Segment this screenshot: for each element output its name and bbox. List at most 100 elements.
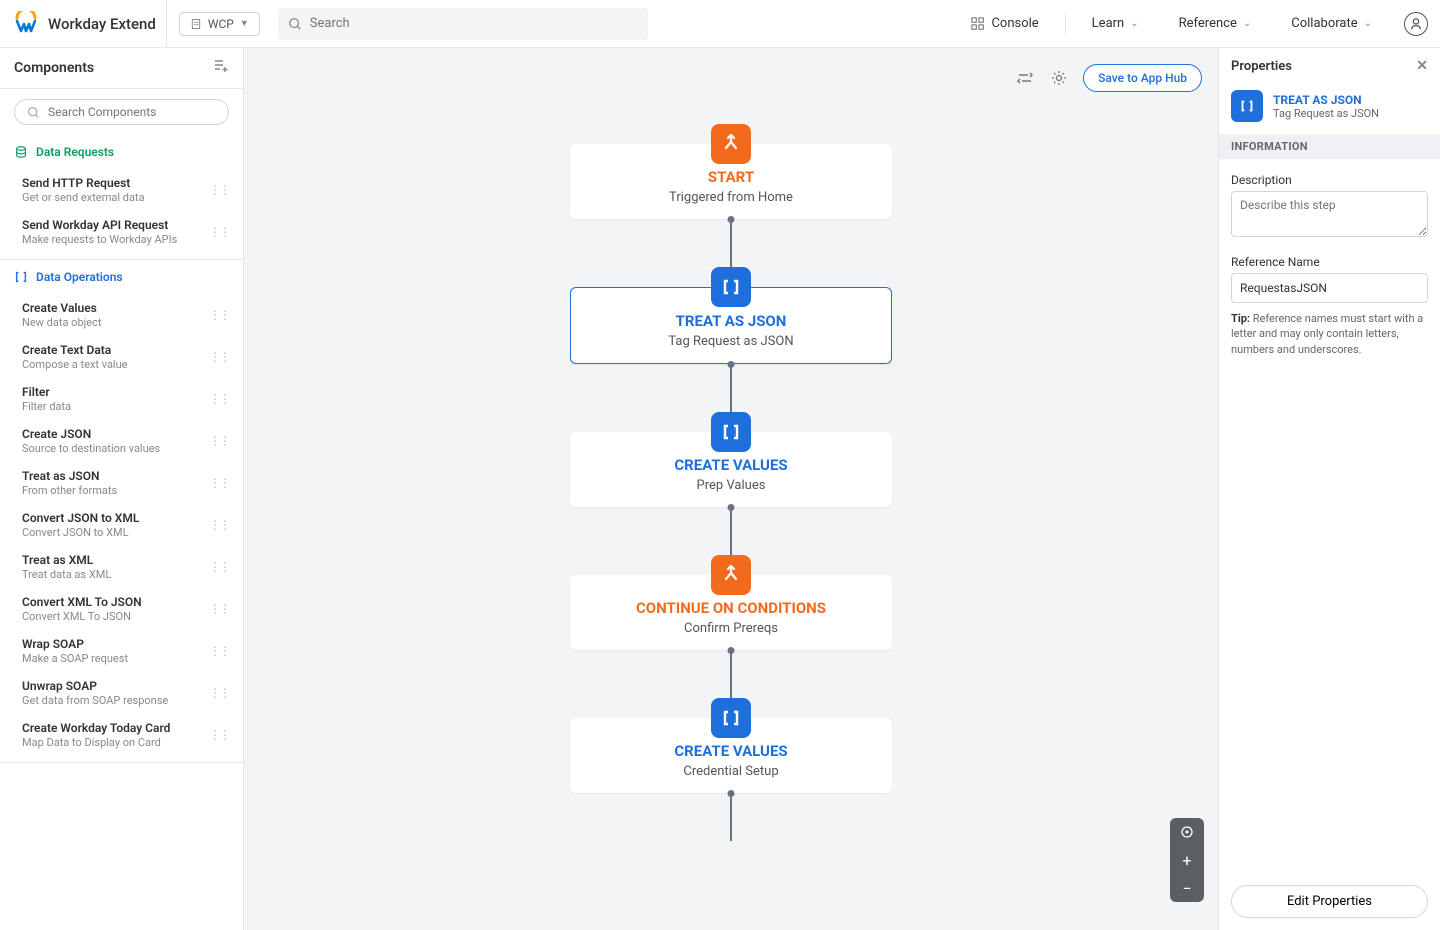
component-subtitle: Get data from SOAP response [22, 694, 168, 707]
canvas-toolbar: Save to App Hub [1015, 64, 1202, 92]
component-item[interactable]: Unwrap SOAPGet data from SOAP response⋮⋮ [0, 672, 243, 714]
component-item[interactable]: Convert JSON to XMLConvert JSON to XML ⋮⋮ [0, 504, 243, 546]
component-subtitle: Treat data as XML [22, 568, 111, 581]
component-title: Convert XML To JSON [22, 595, 142, 609]
chevron-down-icon: ⌄ [1243, 18, 1251, 29]
drag-handle-icon[interactable]: ⋮⋮ [209, 686, 229, 700]
tenant-selector[interactable]: WCP ▼ [179, 12, 260, 36]
component-subtitle: Make a SOAP request [22, 652, 128, 665]
drag-handle-icon[interactable]: ⋮⋮ [209, 518, 229, 532]
component-item[interactable]: Wrap SOAPMake a SOAP request⋮⋮ [0, 630, 243, 672]
component-subtitle: Source to destination values [22, 442, 160, 455]
flow-node[interactable]: STARTTriggered from Home [570, 124, 892, 219]
component-item[interactable]: Send HTTP RequestGet or send external da… [0, 169, 243, 211]
zoom-controls: + − [1170, 818, 1204, 902]
chevron-down-icon: ▼ [240, 18, 249, 29]
nav-reference[interactable]: Reference⌄ [1165, 0, 1266, 48]
building-icon [190, 18, 202, 30]
flow-node[interactable]: CREATE VALUESCredential Setup [570, 698, 892, 793]
nav-console[interactable]: Console [957, 0, 1052, 48]
node-subtitle: Confirm Prereqs [586, 621, 876, 636]
component-item[interactable]: Convert XML To JSONConvert XML To JSON ⋮⋮ [0, 588, 243, 630]
component-item[interactable]: Treat as JSONFrom other formats⋮⋮ [0, 462, 243, 504]
zoom-in-button[interactable]: + [1170, 846, 1204, 874]
drag-handle-icon[interactable]: ⋮⋮ [209, 308, 229, 322]
properties-title: Properties [1231, 59, 1292, 74]
top-bar: Workday Extend WCP ▼ Console Learn⌄ Refe… [0, 0, 1440, 48]
nav-learn[interactable]: Learn⌄ [1078, 0, 1153, 48]
component-title: Create Values [22, 301, 101, 315]
drag-handle-icon[interactable]: ⋮⋮ [209, 602, 229, 616]
brackets-icon [711, 412, 751, 452]
tenant-label: WCP [208, 17, 234, 31]
node-title: START [586, 168, 876, 186]
brackets-icon [711, 698, 751, 738]
drag-handle-icon[interactable]: ⋮⋮ [209, 392, 229, 406]
component-title: Create JSON [22, 427, 160, 441]
component-title: Send HTTP Request [22, 176, 145, 190]
drag-handle-icon[interactable]: ⋮⋮ [209, 350, 229, 364]
global-search[interactable] [278, 8, 648, 40]
orchestration-canvas[interactable]: Save to App Hub STARTTriggered from Home… [244, 48, 1218, 930]
nav-collaborate[interactable]: Collaborate⌄ [1277, 0, 1386, 48]
sidebar-title: Components [14, 60, 94, 76]
close-icon[interactable]: ✕ [1416, 58, 1428, 74]
drag-handle-icon[interactable]: ⋮⋮ [209, 560, 229, 574]
properties-panel: Properties ✕ TREAT AS JSON Tag Request a… [1218, 48, 1440, 930]
component-title: Treat as XML [22, 553, 111, 567]
component-subtitle: Map Data to Display on Card [22, 736, 170, 749]
drag-handle-icon[interactable]: ⋮⋮ [209, 225, 229, 239]
description-input[interactable] [1231, 191, 1428, 237]
component-item[interactable]: Create Text DataCompose a text value⋮⋮ [0, 336, 243, 378]
settings-icon[interactable] [1049, 68, 1069, 88]
flow-node[interactable]: CONTINUE ON CONDITIONSConfirm Prereqs [570, 555, 892, 650]
zoom-out-button[interactable]: − [1170, 874, 1204, 902]
search-input[interactable] [310, 16, 638, 31]
toggle-panels-icon[interactable] [1015, 68, 1035, 88]
properties-node-identity: TREAT AS JSON Tag Request as JSON [1219, 84, 1440, 134]
add-component-icon[interactable] [213, 58, 229, 78]
save-to-app-hub-button[interactable]: Save to App Hub [1083, 64, 1202, 92]
component-search[interactable] [14, 99, 229, 125]
node-title: CREATE VALUES [586, 456, 876, 474]
drag-handle-icon[interactable]: ⋮⋮ [209, 476, 229, 490]
component-subtitle: New data object [22, 316, 101, 329]
component-item[interactable]: Create ValuesNew data object ⋮⋮ [0, 294, 243, 336]
drag-handle-icon[interactable]: ⋮⋮ [209, 434, 229, 448]
drag-handle-icon[interactable]: ⋮⋮ [209, 728, 229, 742]
drag-handle-icon[interactable]: ⋮⋮ [209, 183, 229, 197]
component-subtitle: Convert XML To JSON [22, 610, 142, 623]
user-avatar[interactable] [1404, 12, 1428, 36]
workday-logo-icon [12, 10, 40, 38]
component-item[interactable]: Treat as XMLTreat data as XML ⋮⋮ [0, 546, 243, 588]
component-title: Convert JSON to XML [22, 511, 139, 525]
edit-properties-button[interactable]: Edit Properties [1231, 885, 1428, 918]
component-search-input[interactable] [48, 105, 216, 119]
brackets-icon [711, 267, 751, 307]
branch-icon [711, 124, 751, 164]
properties-header: Properties ✕ [1219, 48, 1440, 84]
connector [730, 793, 732, 841]
component-subtitle: Filter data [22, 400, 71, 413]
category-name: Data Operations [36, 270, 123, 284]
component-item[interactable]: Send Workday API RequestMake requests to… [0, 211, 243, 253]
zoom-fit-button[interactable] [1170, 818, 1204, 846]
search-icon [27, 106, 40, 119]
selected-node-title: TREAT AS JSON [1273, 93, 1379, 107]
component-item[interactable]: Create Workday Today CardMap Data to Dis… [0, 714, 243, 756]
flow-node[interactable]: TREAT AS JSONTag Request as JSON [570, 267, 892, 364]
connector [730, 364, 732, 412]
component-item[interactable]: Create JSONSource to destination values ⋮… [0, 420, 243, 462]
component-title: Create Workday Today Card [22, 721, 170, 735]
component-subtitle: Convert JSON to XML [22, 526, 139, 539]
flow-node[interactable]: CREATE VALUESPrep Values [570, 412, 892, 507]
component-subtitle: From other formats [22, 484, 117, 497]
component-title: Create Text Data [22, 343, 128, 357]
category-name: Data Requests [36, 145, 114, 159]
component-item[interactable]: FilterFilter data⋮⋮ [0, 378, 243, 420]
reference-name-input[interactable] [1231, 273, 1428, 303]
node-title: TREAT AS JSON [587, 312, 875, 330]
category-header: Data Operations [0, 260, 243, 294]
drag-handle-icon[interactable]: ⋮⋮ [209, 644, 229, 658]
brand-title: Workday Extend [48, 0, 167, 48]
